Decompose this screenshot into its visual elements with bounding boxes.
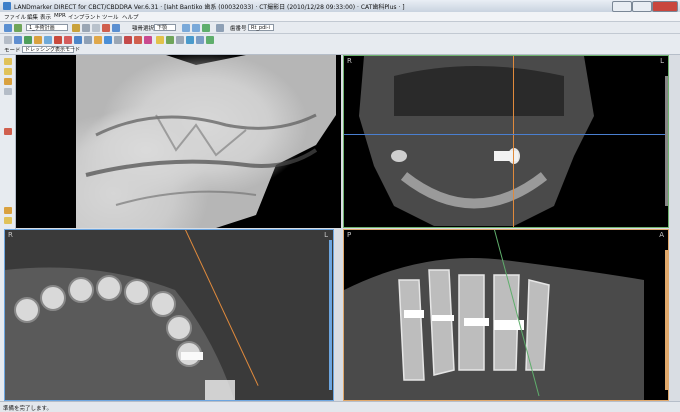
window-title: LANDmarker DIRECT for CBCT/CBDDRA Ver.6.… [14,4,405,11]
rotate-icon[interactable] [24,35,32,44]
menu-tools[interactable]: ツール [102,13,119,21]
export-icon[interactable] [72,23,80,32]
viewport-3d[interactable] [16,55,341,228]
tooth-icon[interactable] [182,23,190,32]
display-mode-select[interactable]: ドレッシング表示モード [22,45,80,53]
menu-edit[interactable]: 編集 [27,13,38,21]
pan-icon[interactable] [14,35,22,44]
view-icon[interactable] [196,35,204,44]
undo-icon[interactable] [112,23,120,32]
plan-select[interactable]: 1_手術計画 [26,23,68,31]
sagittal-left-label: P [347,231,352,239]
mode-toolbar: モード ドレッシング表示モード [0,44,680,55]
viewport-axial[interactable]: R L [4,229,334,401]
status-text: 準備を完了します。 [3,405,52,412]
axial-right-label: L [324,231,328,239]
grid-icon[interactable] [216,23,224,32]
coronal-horizontal-crosshair[interactable] [344,134,668,135]
open-icon[interactable] [4,23,12,32]
mask-icon[interactable] [144,35,152,44]
cut-icon[interactable] [134,35,142,44]
coronal-ruler [665,76,668,206]
check-icon[interactable] [202,23,210,32]
bone-surface-render [16,55,341,228]
sagittal-right-label: A [659,231,664,239]
jaw-select[interactable]: 下顎 [154,23,176,31]
report-icon[interactable] [4,78,12,85]
menu-view[interactable]: 表示 [40,13,51,21]
viewport-coronal[interactable]: R L [343,55,669,228]
ok-icon[interactable] [206,35,214,44]
layer-icon[interactable] [4,68,12,75]
coronal-right-label: L [660,57,664,65]
angle-icon[interactable] [64,35,72,44]
minimize-button[interactable] [612,1,632,12]
maximize-button[interactable] [632,1,652,12]
folder-icon[interactable] [4,58,12,65]
menu-mpr[interactable]: MPR [54,13,66,19]
save-icon[interactable] [14,23,22,32]
main-toolbar: 1_手術計画 顎骨選択 下顎 歯番号 Rt_pdi-i [0,22,680,34]
app-icon [3,2,11,10]
jaw-select-label: 顎骨選択 [132,26,155,32]
measure-icon[interactable] [54,35,62,44]
layout-icon[interactable] [186,35,194,44]
export-image-icon[interactable] [4,217,12,224]
close-button[interactable] [652,1,678,12]
mode-label: モード [4,48,21,54]
window-level-icon[interactable] [44,35,52,44]
marker-icon[interactable] [124,35,132,44]
sagittal-ct-slice [344,258,644,400]
delete-icon[interactable] [102,23,110,32]
axial-ct-slice [5,230,333,400]
axial-ruler [329,240,332,390]
print-preview-icon[interactable] [4,88,12,95]
tooth2-icon[interactable] [192,23,200,32]
pointer-icon[interactable] [4,35,12,44]
crosshair-icon[interactable] [176,35,184,44]
coronal-left-label: R [347,57,352,65]
tooth-number-select[interactable]: Rt_pdi-i [248,23,274,31]
print-icon[interactable] [82,23,90,32]
implant-icon[interactable] [74,35,82,44]
menu-file[interactable]: ファイル [4,13,26,21]
axial-left-label: R [8,231,13,239]
tooth-number-label: 歯番号 [230,26,247,32]
capture-icon[interactable] [4,207,12,214]
nerve-icon[interactable] [84,35,92,44]
guide-icon[interactable] [166,35,174,44]
coronal-ct-slice [359,56,594,226]
sphere-icon[interactable] [94,35,102,44]
zoom-icon[interactable] [34,35,42,44]
settings-icon[interactable] [92,23,100,32]
status-bar: 準備を完了します。 [0,401,680,412]
reset-icon[interactable] [4,128,12,135]
menu-bar: ファイル 編集 表示 MPR インプラント ツール ヘルプ [0,12,680,22]
menu-implant[interactable]: インプラント [68,13,101,21]
sagittal-ruler [665,250,668,390]
coronal-vertical-crosshair[interactable] [513,56,514,227]
globe-icon[interactable] [104,35,112,44]
section-icon[interactable] [114,35,122,44]
menu-help[interactable]: ヘルプ [122,13,139,21]
viewport-sagittal[interactable]: P A [343,229,669,401]
ruler-icon[interactable] [156,35,164,44]
